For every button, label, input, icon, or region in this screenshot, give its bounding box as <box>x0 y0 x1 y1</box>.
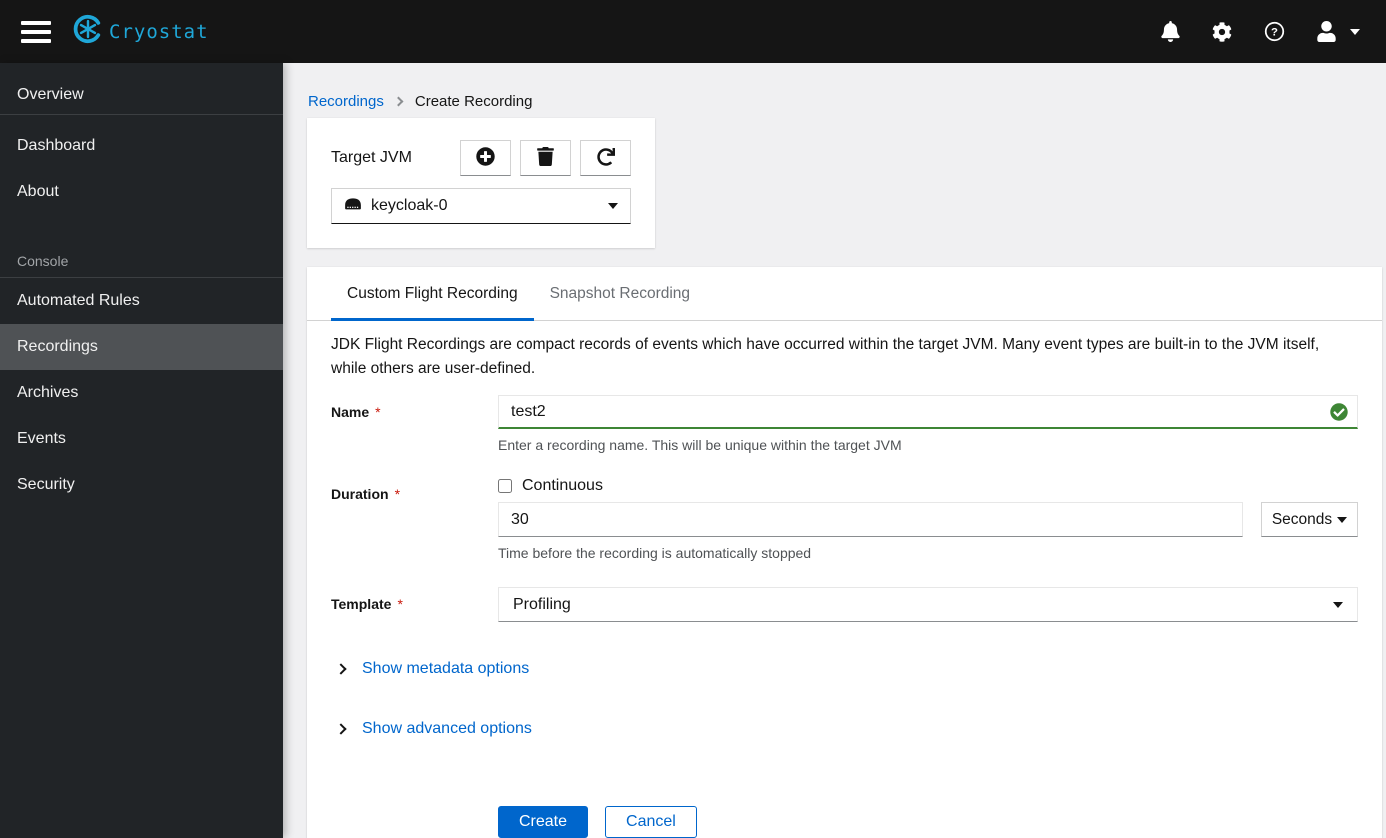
tab-custom-flight-recording[interactable]: Custom Flight Recording <box>331 267 534 321</box>
target-jvm-select[interactable]: keycloak-0 <box>331 188 631 224</box>
add-target-button[interactable] <box>460 140 511 176</box>
duration-unit-value: Seconds <box>1271 510 1333 528</box>
show-advanced-options-toggle[interactable]: Show advanced options <box>331 720 1358 738</box>
create-recording-card: Custom Flight Recording Snapshot Recordi… <box>307 267 1382 838</box>
duration-input[interactable] <box>498 502 1243 537</box>
hamburger-icon <box>21 20 51 25</box>
angle-right-icon <box>335 723 347 735</box>
duration-label: Duration <box>331 486 389 502</box>
show-advanced-options-label: Show advanced options <box>362 720 532 737</box>
brand-name: Cryostat <box>109 20 209 43</box>
sidebar-nav: Overview Dashboard About Console Automat… <box>0 63 283 838</box>
sidebar-item-events[interactable]: Events <box>0 416 283 462</box>
name-form-group: Name * Enter a recording name. This will … <box>331 395 1358 453</box>
sidebar-item-recordings[interactable]: Recordings <box>0 324 283 370</box>
angle-right-icon <box>393 96 404 107</box>
show-metadata-options-label: Show metadata options <box>362 660 530 677</box>
user-menu-button[interactable] <box>1317 21 1360 42</box>
caret-down-icon <box>1350 28 1360 35</box>
trash-icon <box>537 147 554 169</box>
gear-icon <box>1212 21 1232 42</box>
delete-target-button[interactable] <box>520 140 571 176</box>
plus-circle-icon <box>476 147 495 169</box>
continuous-label: Continuous <box>522 477 603 494</box>
angle-right-icon <box>335 663 347 675</box>
duration-form-group: Duration* Continuous Seconds Time b <box>331 477 1358 561</box>
duration-unit-select[interactable]: Seconds <box>1261 502 1358 537</box>
required-asterisk: * <box>397 596 403 612</box>
svg-text:?: ? <box>1271 26 1278 38</box>
question-circle-icon: ? <box>1264 21 1285 42</box>
breadcrumb: Recordings Create Recording <box>308 93 1386 110</box>
notifications-button[interactable] <box>1161 21 1180 42</box>
settings-button[interactable] <box>1212 21 1232 42</box>
user-icon <box>1317 21 1336 42</box>
breadcrumb-link-recordings[interactable]: Recordings <box>308 93 384 110</box>
show-metadata-options-toggle[interactable]: Show metadata options <box>331 660 1358 678</box>
template-label: Template <box>331 596 392 612</box>
sidebar-item-dashboard[interactable]: Dashboard <box>0 123 283 169</box>
sidebar-item-automated-rules[interactable]: Automated Rules <box>0 278 283 324</box>
target-jvm-select-value: keycloak-0 <box>371 197 448 214</box>
masthead: Cryostat ? <box>0 0 1386 63</box>
name-helper-text: Enter a recording name. This will be uni… <box>498 437 902 453</box>
brand-logo[interactable]: Cryostat <box>73 14 209 49</box>
refresh-targets-button[interactable] <box>580 140 631 176</box>
template-select-value: Profiling <box>513 595 571 613</box>
bell-icon <box>1161 21 1180 42</box>
required-asterisk: * <box>394 486 401 502</box>
cancel-button[interactable]: Cancel <box>605 806 697 838</box>
form-actions: Create Cancel <box>498 806 1358 838</box>
duration-helper-text: Time before the recording is automatical… <box>498 545 812 561</box>
sidebar-section-console: Console <box>0 243 283 278</box>
sidebar-item-archives[interactable]: Archives <box>0 370 283 416</box>
recording-name-input[interactable] <box>498 395 1358 429</box>
breadcrumb-current: Create Recording <box>414 93 533 110</box>
sidebar-item-security[interactable]: Security <box>0 462 283 508</box>
help-button[interactable]: ? <box>1264 21 1285 42</box>
sidebar-item-overview[interactable]: Overview <box>0 76 283 114</box>
name-label: Name <box>331 404 370 420</box>
cryostat-logo-icon <box>73 14 103 49</box>
recording-tabs: Custom Flight Recording Snapshot Recordi… <box>307 267 1382 321</box>
target-jvm-label: Target JVM <box>331 149 412 166</box>
template-select[interactable]: Profiling <box>498 587 1358 622</box>
caret-down-icon <box>1337 516 1348 523</box>
redo-icon <box>596 147 615 169</box>
caret-down-icon <box>1333 601 1343 608</box>
tab-snapshot-recording[interactable]: Snapshot Recording <box>534 267 706 321</box>
create-button[interactable]: Create <box>498 806 589 838</box>
caret-down-icon <box>608 203 618 209</box>
form-description: JDK Flight Recordings are compact record… <box>331 336 1320 377</box>
continuous-checkbox[interactable] <box>498 479 512 493</box>
container-node-icon <box>344 197 362 216</box>
template-form-group: Template * Profiling <box>331 587 1358 622</box>
main-content: Recordings Create Recording Target JVM k… <box>283 63 1386 838</box>
sidebar-item-about[interactable]: About <box>0 169 283 215</box>
required-asterisk: * <box>375 404 381 420</box>
hamburger-menu-button[interactable] <box>13 12 59 52</box>
target-jvm-card: Target JVM keycloak-0 <box>307 118 655 248</box>
check-circle-icon <box>1330 403 1348 426</box>
